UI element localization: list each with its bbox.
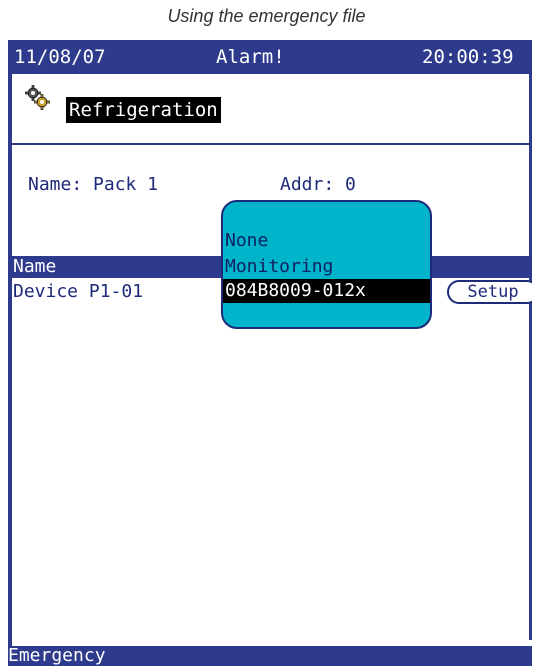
time-display: 20:00:39 [422, 46, 514, 68]
option-none[interactable]: None [223, 229, 430, 253]
option-emergency-file[interactable]: 084B8009-012x [223, 279, 430, 303]
screen-border-right [529, 40, 532, 640]
page-title: Refrigeration [66, 97, 221, 123]
file-select-popup: None Monitoring 084B8009-012x [221, 200, 432, 329]
date-display: 11/08/07 [14, 46, 106, 68]
status-label: Emergency [8, 646, 106, 666]
status-bar: Emergency [8, 646, 532, 666]
option-monitoring[interactable]: Monitoring [223, 255, 430, 279]
gear-icon [25, 85, 50, 110]
alarm-indicator[interactable]: Alarm! [216, 40, 285, 74]
setup-button[interactable]: Setup [447, 280, 532, 304]
device-name[interactable]: Device P1-01 [13, 281, 143, 302]
device-screen: 11/08/07 Alarm! 20:00:39 Refrigeration N… [8, 40, 532, 666]
pack-name-field: Name: Pack 1 [28, 174, 159, 195]
header-divider [8, 143, 532, 145]
address-field: Addr: 0 [280, 174, 356, 195]
title-bar: 11/08/07 Alarm! 20:00:39 [8, 40, 532, 74]
caption: Using the emergency file [167, 6, 366, 26]
column-header-name: Name [13, 256, 57, 277]
screen-border-left [8, 40, 12, 666]
